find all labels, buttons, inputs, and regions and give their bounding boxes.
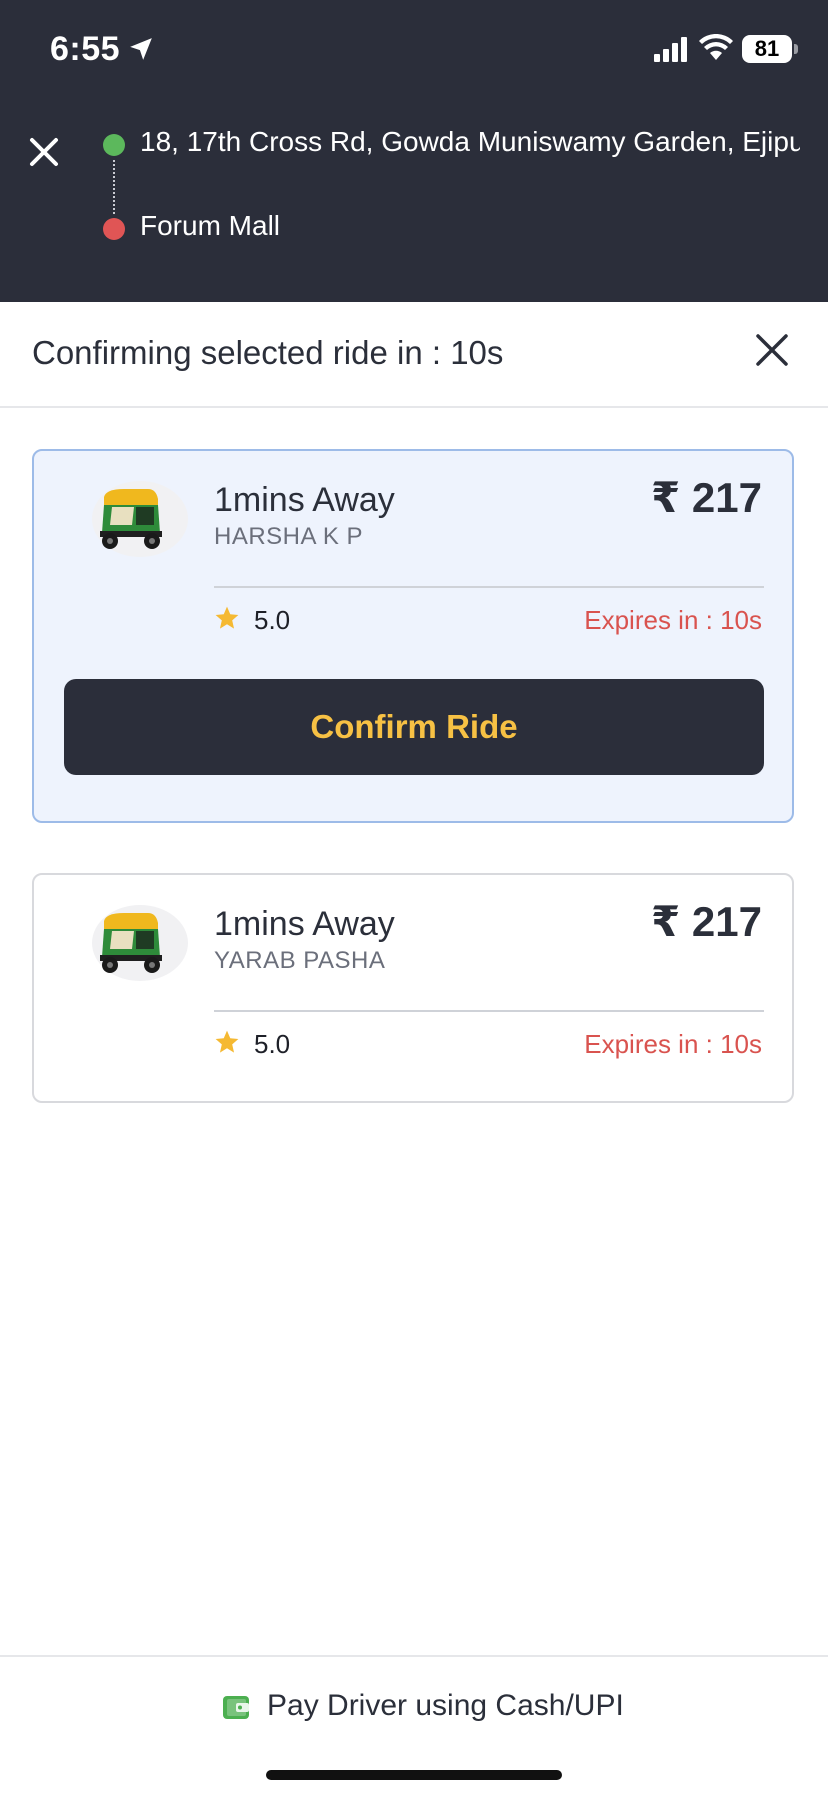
status-bar: 6:55 81 <box>0 0 828 100</box>
payment-method-text: Pay Driver using Cash/UPI <box>267 1689 624 1722</box>
driver-rating: 5.0 <box>254 605 291 635</box>
ride-card[interactable]: 1mins Away YARAB PASHA ₹ 217 5.0 Expires… <box>32 873 794 1103</box>
drop-dot <box>103 218 125 240</box>
pickup-dot <box>103 134 125 156</box>
auto-rickshaw-icon <box>100 913 162 973</box>
driver-name: YARAB PASHA <box>214 947 386 974</box>
wallet-icon <box>223 1696 249 1719</box>
fare-price: ₹ 217 <box>651 898 762 945</box>
eta-text: 1mins Away <box>214 905 395 943</box>
status-time: 6:55 <box>50 30 121 68</box>
eta-text: 1mins Away <box>214 481 395 519</box>
ride-card-selected[interactable]: 1mins Away HARSHA K P ₹ 217 5.0 Expires … <box>32 449 794 823</box>
header: 6:55 81 18, 17th Cross Rd, Gowda Muniswa… <box>0 0 828 302</box>
driver-name: HARSHA K P <box>214 523 364 550</box>
card-divider <box>214 586 764 588</box>
signal-icon <box>654 37 687 62</box>
expires-text: Expires in : 10s <box>584 605 762 635</box>
star-icon <box>215 606 239 629</box>
payment-footer[interactable]: Pay Driver using Cash/UPI <box>0 1655 828 1794</box>
home-indicator <box>266 1770 562 1780</box>
close-route-icon[interactable] <box>24 132 64 172</box>
route-connector <box>113 160 115 214</box>
expires-text: Expires in : 10s <box>584 1029 762 1059</box>
pickup-address[interactable]: 18, 17th Cross Rd, Gowda Muniswamy Garde… <box>140 126 800 158</box>
confirm-countdown-text: Confirming selected ride in : 10s <box>32 334 504 371</box>
driver-rating: 5.0 <box>254 1029 291 1059</box>
confirm-bar: Confirming selected ride in : 10s <box>0 302 828 408</box>
drop-address[interactable]: Forum Mall <box>140 210 280 242</box>
close-icon[interactable] <box>752 330 792 370</box>
location-arrow-icon <box>130 38 152 60</box>
wifi-icon <box>699 34 733 60</box>
confirm-ride-button[interactable]: Confirm Ride <box>64 679 764 775</box>
auto-rickshaw-icon <box>100 489 162 549</box>
star-icon <box>215 1030 239 1053</box>
card-divider <box>214 1010 764 1012</box>
battery-indicator: 81 <box>742 35 792 63</box>
battery-tip <box>794 44 798 54</box>
fare-price: ₹ 217 <box>651 474 762 521</box>
